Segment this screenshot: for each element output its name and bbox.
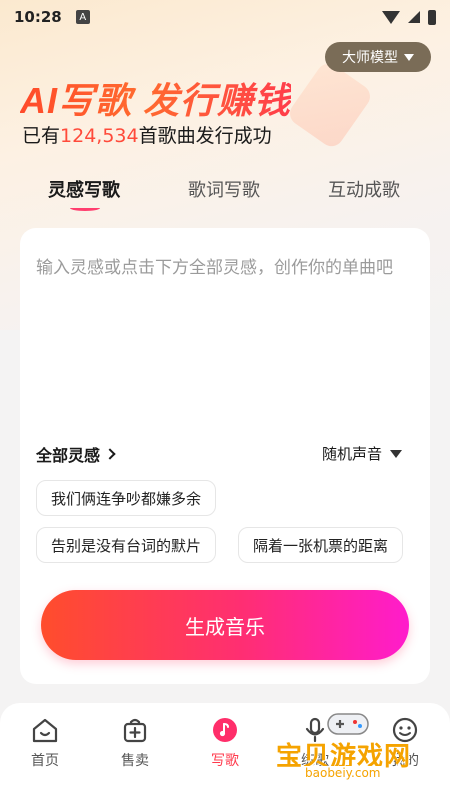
hero-sub-suffix: 首歌曲发行成功 [138, 125, 272, 147]
wifi-icon [382, 10, 400, 24]
watermark: 宝贝游戏网 baobeiy.com [272, 706, 450, 786]
inspiration-chip[interactable]: 我们俩连争吵都嫌多余 [36, 480, 217, 516]
status-bar: 10:28 A [0, 0, 450, 34]
nav-label: 首页 [31, 753, 59, 769]
chevron-right-icon [104, 448, 116, 460]
inspiration-input[interactable]: 输入灵感或点击下方全部灵感，创作你的单曲吧 [36, 254, 416, 282]
home-icon [31, 716, 59, 744]
nav-label: 写歌 [211, 753, 239, 769]
nav-label: 售卖 [121, 753, 149, 769]
all-inspiration-label: 全部灵感 [36, 446, 101, 465]
shop-bag-icon [121, 716, 149, 744]
caret-down-icon [390, 449, 403, 458]
hero-sub-prefix: 已有 [22, 125, 61, 147]
voice-selector[interactable]: 随机声音 [322, 443, 403, 464]
generate-music-button[interactable]: 生成音乐 [41, 590, 409, 660]
signal-icon [408, 11, 420, 23]
tab-inspiration[interactable]: 灵感写歌 [48, 176, 120, 202]
status-time: 10:28 [14, 8, 62, 26]
caret-down-icon [404, 53, 414, 61]
active-tab-indicator [70, 205, 100, 211]
nav-item-write[interactable]: 写歌 [195, 716, 255, 770]
hero-sub-count: 124,534 [60, 125, 139, 147]
music-note-icon [211, 716, 239, 744]
tab-interactive[interactable]: 互动成歌 [328, 176, 400, 202]
status-icons [382, 9, 436, 25]
hero-headline: AI写歌 发行赚钱 [20, 72, 291, 124]
hero-subline: 已有124,534首歌曲发行成功 [22, 121, 272, 148]
tab-lyrics[interactable]: 歌词写歌 [188, 176, 260, 202]
model-selector-button[interactable]: 大师模型 [325, 42, 431, 72]
voice-selector-label: 随机声音 [322, 445, 383, 463]
model-selector-label: 大师模型 [342, 50, 398, 66]
nav-item-home[interactable]: 首页 [15, 716, 75, 770]
mode-tabs: 灵感写歌 歌词写歌 互动成歌 [0, 176, 450, 216]
nav-item-shop[interactable]: 售卖 [105, 716, 165, 770]
inspiration-chip[interactable]: 隔着一张机票的距离 [238, 527, 404, 563]
inspiration-chip[interactable]: 告别是没有台词的默片 [36, 527, 217, 563]
watermark-url: baobeiy.com [302, 766, 384, 780]
notification-icon: A [75, 10, 90, 24]
gamepad-icon [327, 713, 369, 735]
battery-icon [428, 9, 436, 25]
all-inspiration-link[interactable]: 全部灵感 [36, 442, 116, 466]
